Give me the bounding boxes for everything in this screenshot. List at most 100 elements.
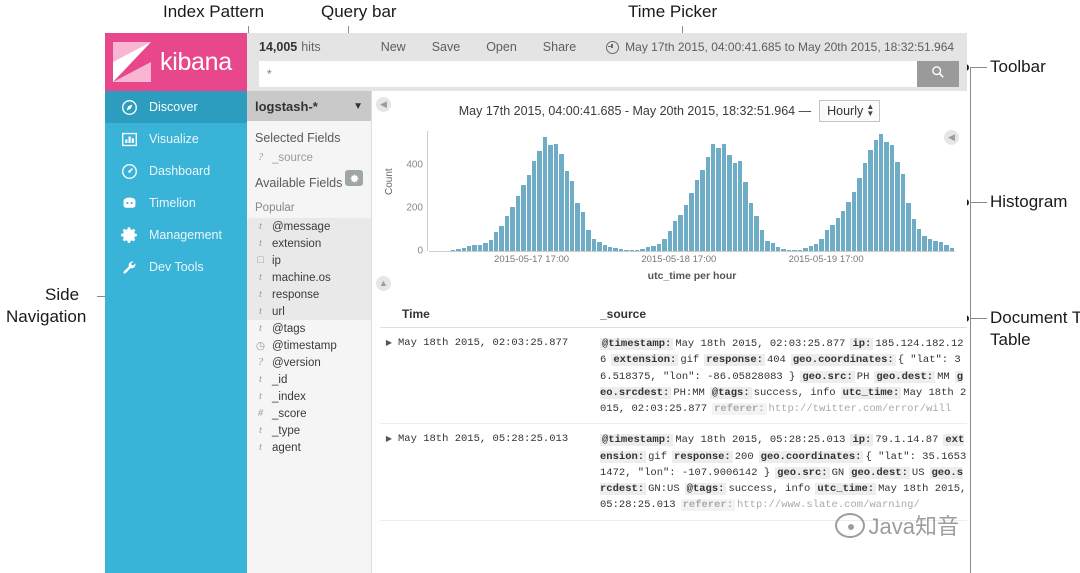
histogram-bar[interactable] [862,163,868,251]
histogram-bar[interactable] [710,143,716,251]
histogram-bar[interactable] [933,240,938,251]
histogram-bar[interactable] [846,201,851,251]
caret-right-icon[interactable]: ▶ [380,336,398,417]
histogram-bar[interactable] [743,182,748,251]
time-picker[interactable]: May 17th 2015, 04:00:41.685 to May 20th … [606,40,954,54]
index-pattern-selector[interactable]: logstash-* ▼ [247,91,371,121]
histogram-bar[interactable] [868,150,873,251]
histogram-bar[interactable] [830,225,835,251]
open-button[interactable]: Open [486,40,517,54]
histogram-bar[interactable] [672,221,678,251]
collapse-fields-panel-chevron[interactable]: ◀ [376,97,391,112]
histogram-bar[interactable] [938,242,944,251]
field-row-score[interactable]: # _score [247,405,371,422]
share-button[interactable]: Share [543,40,576,54]
histogram-bar[interactable] [504,215,510,251]
histogram-bar[interactable] [916,228,922,251]
field-row-type[interactable]: t _type [247,422,371,439]
histogram-bar[interactable] [483,242,488,251]
field-row-ip[interactable]: □ ip [247,252,371,269]
field-row-response[interactable]: t response [247,286,371,303]
histogram-bar[interactable] [835,217,841,251]
field-row-url[interactable]: t url [247,303,371,320]
histogram-bar[interactable] [738,161,743,251]
histogram-bar[interactable] [597,242,602,251]
histogram-bar[interactable] [564,170,569,251]
histogram-bar[interactable] [494,231,499,251]
sidebar-item-dev-tools[interactable]: Dev Tools [105,251,247,283]
histogram-bar[interactable] [819,239,824,251]
histogram-bar[interactable] [580,212,586,251]
histogram-bar[interactable] [586,229,591,251]
column-header-time[interactable]: Time [380,307,600,321]
histogram-bar[interactable] [857,178,862,251]
column-header-source[interactable]: _source [600,307,646,321]
histogram-bar[interactable] [521,184,526,251]
histogram-bar[interactable] [689,193,694,251]
histogram-bar[interactable] [575,202,580,251]
histogram-bars[interactable] [429,131,955,251]
field-row-source[interactable]: ? _source [247,149,371,166]
save-button[interactable]: Save [432,40,461,54]
histogram-bar[interactable] [813,243,819,251]
histogram-bar[interactable] [906,202,911,251]
histogram-bar[interactable] [548,144,553,251]
histogram-bar[interactable] [732,163,738,251]
interval-select[interactable]: Hourly ▲ ▼ [819,100,881,122]
sidebar-item-management[interactable]: Management [105,219,247,251]
histogram-bar[interactable] [927,239,933,251]
histogram-bar[interactable] [727,154,732,251]
histogram-bar[interactable] [911,218,916,251]
histogram-bar[interactable] [700,169,705,251]
histogram-bar[interactable] [841,211,846,251]
field-row-message[interactable]: t @message [247,218,371,235]
sidebar-item-visualize[interactable]: Visualize [105,123,247,155]
histogram-bar[interactable] [748,202,754,251]
histogram-bar[interactable] [667,231,672,251]
histogram-bar[interactable] [591,239,597,251]
histogram-bar[interactable] [879,134,884,251]
histogram-bar[interactable] [532,161,537,251]
histogram-bar[interactable] [656,244,662,251]
field-row-tags[interactable]: t @tags [247,320,371,337]
histogram-bar[interactable] [716,148,721,251]
histogram-bar[interactable] [889,144,895,251]
histogram-bar[interactable] [770,242,775,251]
histogram-bar[interactable] [559,153,564,251]
histogram-bar[interactable] [683,204,689,251]
table-row[interactable]: ▶ May 18th 2015, 05:28:25.013 @timestamp: M… [380,424,967,521]
histogram-bar[interactable] [900,173,906,251]
histogram-bar[interactable] [510,207,515,251]
field-row-index[interactable]: t _index [247,388,371,405]
search-input[interactable] [259,61,917,87]
histogram-bar[interactable] [553,143,559,251]
field-row-timestamp[interactable]: ◷ @timestamp [247,337,371,354]
histogram-bar[interactable] [765,240,770,251]
sidebar-item-timelion[interactable]: Timelion [105,187,247,219]
histogram-bar[interactable] [759,229,765,251]
histogram-bar[interactable] [824,229,830,251]
sidebar-item-dashboard[interactable]: Dashboard [105,155,247,187]
histogram-bar[interactable] [851,192,857,251]
new-button[interactable]: New [381,40,406,54]
histogram-bar[interactable] [515,196,521,251]
histogram-bar[interactable] [488,239,494,251]
histogram-bar[interactable] [569,181,575,251]
table-row[interactable]: ▶ May 18th 2015, 02:03:25.877 @timestamp: M… [380,328,967,425]
histogram-bar[interactable] [884,141,889,251]
caret-right-icon[interactable]: ▶ [380,432,398,513]
field-row-agent[interactable]: t agent [247,439,371,456]
histogram-bar[interactable] [678,214,683,251]
field-row-extension[interactable]: t extension [247,235,371,252]
histogram-bar[interactable] [873,139,879,251]
histogram-bar[interactable] [542,137,548,251]
histogram-bar[interactable] [499,225,504,251]
sidebar-item-discover[interactable]: Discover [105,91,247,123]
histogram-bar[interactable] [662,238,667,251]
histogram-bar[interactable] [537,151,542,251]
histogram-bar[interactable] [922,236,927,251]
search-button[interactable] [917,61,959,87]
histogram-bar[interactable] [694,180,700,251]
field-row-machineos[interactable]: t machine.os [247,269,371,286]
field-row-version[interactable]: ? @version [247,354,371,371]
